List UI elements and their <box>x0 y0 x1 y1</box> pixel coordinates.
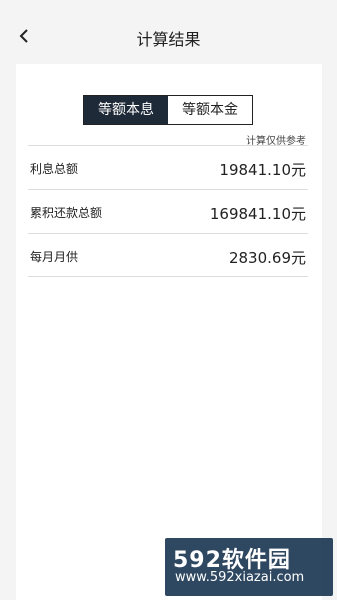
result-label: 每月月供 <box>30 250 79 264</box>
result-label: 利息总额 <box>30 162 79 176</box>
result-card: 等额本息 等额本金 计算仅供参考 利息总额 19841.10元 累积还款总额 1… <box>16 64 322 600</box>
top-bar: 计算结果 <box>0 0 337 64</box>
page-title: 计算结果 <box>136 30 201 49</box>
result-label: 累积还款总额 <box>30 206 103 220</box>
result-row-total-interest: 利息总额 19841.10元 <box>28 145 308 189</box>
result-value: 2830.69元 <box>228 249 306 267</box>
repayment-mode-toggle: 等额本息 等额本金 <box>83 95 253 125</box>
tab-equal-principal[interactable]: 等额本金 <box>168 96 252 124</box>
result-row-monthly-payment: 每月月供 2830.69元 <box>28 233 308 277</box>
result-value: 169841.10元 <box>209 205 306 223</box>
tab-equal-installment[interactable]: 等额本息 <box>84 96 168 124</box>
result-value: 19841.10元 <box>219 161 306 179</box>
watermark-url: www.592xiazai.com <box>175 570 305 585</box>
site-watermark: 592软件园 www.592xiazai.com <box>165 538 333 596</box>
result-row-total-repayment: 累积还款总额 169841.10元 <box>28 189 308 233</box>
